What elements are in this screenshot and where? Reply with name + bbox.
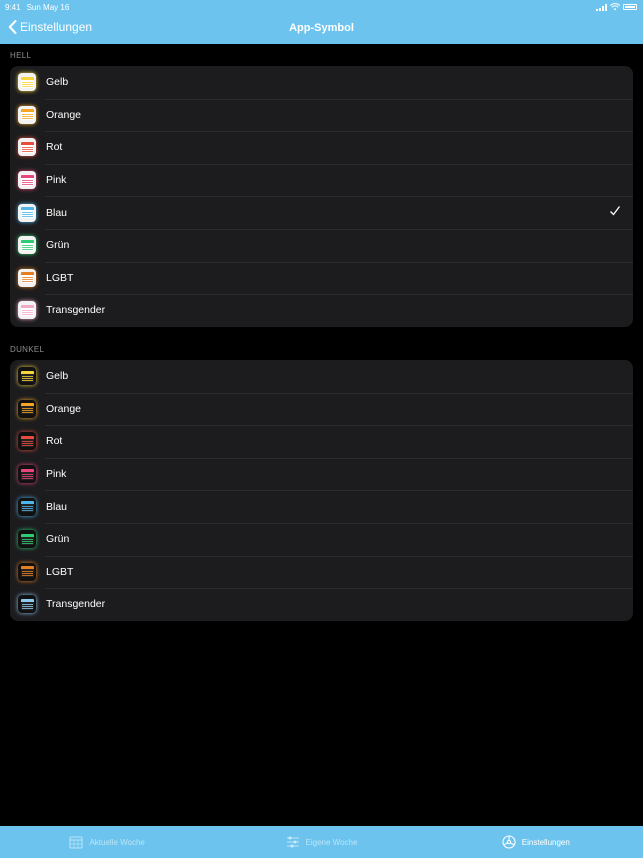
status-time: 9:41 — [5, 2, 21, 12]
icon-option-row[interactable]: Rot — [10, 425, 633, 458]
calendar-app-icon — [18, 268, 36, 287]
icon-option-label: Blau — [46, 500, 68, 513]
icon-option-label: Blau — [46, 206, 68, 219]
calendar-app-icon — [18, 73, 36, 92]
gear-icon — [502, 835, 516, 849]
icon-option-row[interactable]: Orange — [10, 98, 633, 132]
calendar-app-icon — [18, 236, 36, 255]
icon-option-label: Orange — [46, 402, 82, 415]
section-header-light: HELL — [10, 51, 32, 60]
icon-option-row[interactable]: Blau — [10, 196, 633, 229]
calendar-app-icon — [18, 203, 36, 222]
icon-option-label: Transgender — [46, 304, 106, 317]
calendar-app-icon — [18, 497, 36, 516]
tab-label: Einstellungen — [521, 837, 570, 847]
icon-option-label: Rot — [46, 435, 63, 448]
status-date: Sun May 16 — [26, 2, 70, 12]
tab-eigene-woche[interactable]: Eigene Woche — [214, 826, 428, 858]
icon-option-row[interactable]: Gelb — [10, 66, 633, 99]
tab-einstellungen[interactable]: Einstellungen — [429, 826, 643, 858]
tab-aktuelle-woche[interactable]: Aktuelle Woche — [0, 826, 214, 858]
calendar-app-icon — [18, 138, 36, 157]
tab-label: Eigene Woche — [305, 837, 358, 847]
icon-option-label: Pink — [46, 468, 67, 481]
icon-option-label: Gelb — [46, 370, 69, 383]
icon-option-row[interactable]: Rot — [10, 131, 633, 164]
calendar-app-icon — [18, 301, 36, 320]
icon-option-row[interactable]: Pink — [10, 163, 633, 197]
icon-option-row[interactable]: Gelb — [10, 360, 633, 393]
icon-list-light: Gelb Orange Rot Pink Blau Grün LGBT Transgender — [10, 66, 633, 327]
navigation-bar: Einstellungen App-Symbol — [0, 14, 643, 44]
header-bar: 9:41 Sun May 16 Einstellungen App-Symbol — [0, 0, 643, 44]
status-bar: 9:41 Sun May 16 — [5, 2, 637, 12]
battery-icon — [623, 4, 637, 10]
icon-option-label: Grün — [46, 239, 70, 252]
page-title: App-Symbol — [289, 22, 354, 34]
calendar-app-icon — [18, 465, 36, 484]
icon-option-row[interactable]: Orange — [10, 392, 633, 426]
icon-option-row[interactable]: LGBT — [10, 261, 633, 295]
icon-option-label: Orange — [46, 108, 82, 121]
sliders-icon — [286, 836, 299, 848]
calendar-app-icon — [18, 562, 36, 581]
icon-option-row[interactable]: Grün — [10, 228, 633, 262]
icon-option-row[interactable]: Blau — [10, 490, 633, 523]
icon-list-dark: Gelb Orange Rot Pink Blau Grün LGBT Transgender — [10, 360, 633, 621]
icon-option-row[interactable]: LGBT — [10, 555, 633, 589]
calendar-app-icon — [18, 105, 36, 124]
icon-option-row[interactable]: Transgender — [10, 294, 633, 327]
tab-label: Aktuelle Woche — [89, 837, 145, 847]
icon-option-label: Pink — [46, 174, 67, 187]
icon-option-label: Gelb — [46, 76, 69, 89]
calendar-app-icon — [18, 399, 36, 418]
cellular-signal-icon — [596, 3, 607, 11]
section-header-dark: DUNKEL — [10, 345, 45, 354]
calendar-app-icon — [18, 530, 36, 549]
icon-option-label: Transgender — [46, 598, 106, 611]
calendar-app-icon — [18, 367, 36, 386]
icon-option-label: LGBT — [46, 565, 74, 578]
wifi-icon — [610, 3, 620, 11]
calendar-app-icon — [18, 432, 36, 451]
checkmark-icon — [610, 206, 621, 216]
icon-option-label: Grün — [46, 533, 70, 546]
icon-option-row[interactable]: Grün — [10, 522, 633, 556]
calendar-app-icon — [18, 595, 36, 614]
calendar-app-icon — [18, 171, 36, 190]
icon-option-label: LGBT — [46, 271, 74, 284]
calendar-icon — [69, 836, 83, 849]
icon-option-label: Rot — [46, 141, 63, 154]
tab-bar: Aktuelle Woche Eigene Woche Einstellunge… — [0, 826, 643, 858]
icon-option-row[interactable]: Transgender — [10, 588, 633, 621]
icon-option-row[interactable]: Pink — [10, 457, 633, 491]
